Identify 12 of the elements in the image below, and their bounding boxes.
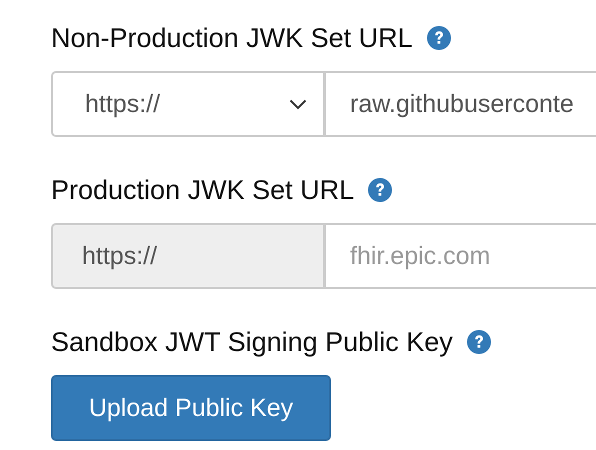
scheme-dropdown[interactable]: https:// bbox=[51, 71, 323, 137]
chevron-icon bbox=[289, 98, 307, 110]
url-input[interactable]: fhir.epic.com bbox=[326, 223, 596, 289]
help-icon[interactable] bbox=[426, 26, 451, 50]
field-label: Sandbox JWT Signing Public Key bbox=[51, 326, 453, 358]
field-label: Non-Production JWK Set URL bbox=[51, 22, 413, 54]
help-icon[interactable] bbox=[368, 178, 392, 202]
scheme-prefix: https:// bbox=[51, 223, 323, 289]
help-icon[interactable] bbox=[466, 330, 491, 354]
upload-button[interactable]: Upload Public Key bbox=[51, 375, 331, 441]
url-input[interactable]: raw.githubuserconte bbox=[326, 71, 596, 137]
field-label: Production JWK Set URL bbox=[51, 174, 354, 206]
